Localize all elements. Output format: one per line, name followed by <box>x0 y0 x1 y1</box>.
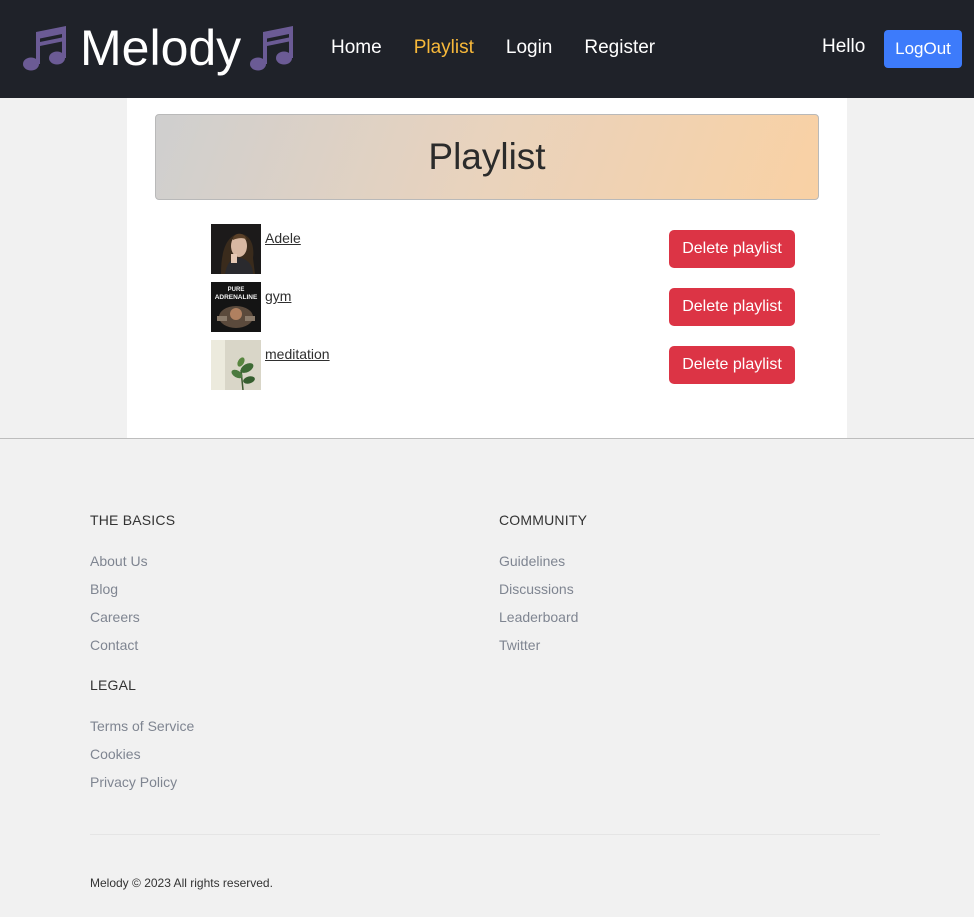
footer-links-community: Guidelines Discussions Leaderboard Twitt… <box>499 553 578 653</box>
nav-links: Home Playlist Login Register <box>331 36 687 60</box>
logout-button[interactable]: LogOut <box>884 30 962 68</box>
footer-links-legal: Terms of Service Cookies Privacy Policy <box>90 718 194 790</box>
page-title: Playlist <box>428 136 546 177</box>
brand-logo[interactable]: Melody <box>20 18 299 78</box>
footer-rule <box>90 834 880 835</box>
brand-name: Melody <box>80 20 242 76</box>
main-panel: Playlist Adele Delete playlist PURE ADRE… <box>127 98 847 438</box>
footer-link-discussions[interactable]: Discussions <box>499 581 578 597</box>
delete-playlist-button[interactable]: Delete playlist <box>669 230 795 268</box>
playlist-thumbnail <box>211 224 261 274</box>
cover-text-adrenaline: ADRENALINE <box>215 294 258 301</box>
footer-heading: LEGAL <box>90 677 137 693</box>
music-note-icon <box>23 26 66 71</box>
playlist-thumbnail <box>211 340 261 390</box>
footer-link-cookies[interactable]: Cookies <box>90 746 194 762</box>
delete-playlist-button[interactable]: Delete playlist <box>669 346 795 384</box>
footer-section-legal: LEGAL <box>90 677 136 693</box>
footer-links-basics: About Us Blog Careers Contact <box>90 553 148 653</box>
cover-text-pure: PURE <box>228 287 245 293</box>
playlist-link[interactable]: Adele <box>265 230 301 246</box>
music-note-icon <box>250 26 294 71</box>
nav-link-playlist[interactable]: Playlist <box>414 36 474 60</box>
nav-link-register[interactable]: Register <box>584 36 655 60</box>
playlist-row: meditation Delete playlist <box>211 340 795 390</box>
playlist-link[interactable]: gym <box>265 288 291 304</box>
nav-link-home[interactable]: Home <box>331 36 382 60</box>
playlist-thumbnail: PURE ADRENALINE <box>211 282 261 332</box>
footer-link-leaderboard[interactable]: Leaderboard <box>499 609 578 625</box>
footer-link-contact[interactable]: Contact <box>90 637 148 653</box>
copyright-text: Melody © 2023 All rights reserved. <box>90 876 273 890</box>
playlist-link[interactable]: meditation <box>265 346 330 362</box>
footer-link-careers[interactable]: Careers <box>90 609 148 625</box>
footer-heading: COMMUNITY <box>499 512 588 528</box>
playlist-row: PURE ADRENALINE gym Delete playlist <box>211 282 795 332</box>
footer-heading: THE BASICS <box>90 512 176 528</box>
nav-link-login[interactable]: Login <box>506 36 553 60</box>
footer-link-privacy-policy[interactable]: Privacy Policy <box>90 774 194 790</box>
delete-playlist-button[interactable]: Delete playlist <box>669 288 795 326</box>
footer-divider <box>0 438 974 439</box>
footer-section-community: COMMUNITY <box>499 512 587 528</box>
footer-link-guidelines[interactable]: Guidelines <box>499 553 578 569</box>
pure-adrenaline-cover-image: PURE ADRENALINE <box>211 282 261 332</box>
top-navbar: Melody Home Playlist Login Register Hell… <box>0 0 974 98</box>
page-header: Playlist <box>155 114 819 200</box>
footer-link-blog[interactable]: Blog <box>90 581 148 597</box>
adele-portrait-image <box>211 224 261 274</box>
footer-link-terms-of-service[interactable]: Terms of Service <box>90 718 194 734</box>
footer-link-about-us[interactable]: About Us <box>90 553 148 569</box>
plant-leaves-image <box>211 340 261 390</box>
footer-section-basics: THE BASICS <box>90 512 175 528</box>
user-greeting: Hello <box>822 36 866 57</box>
playlist-row: Adele Delete playlist <box>211 224 795 274</box>
footer-link-twitter[interactable]: Twitter <box>499 637 578 653</box>
